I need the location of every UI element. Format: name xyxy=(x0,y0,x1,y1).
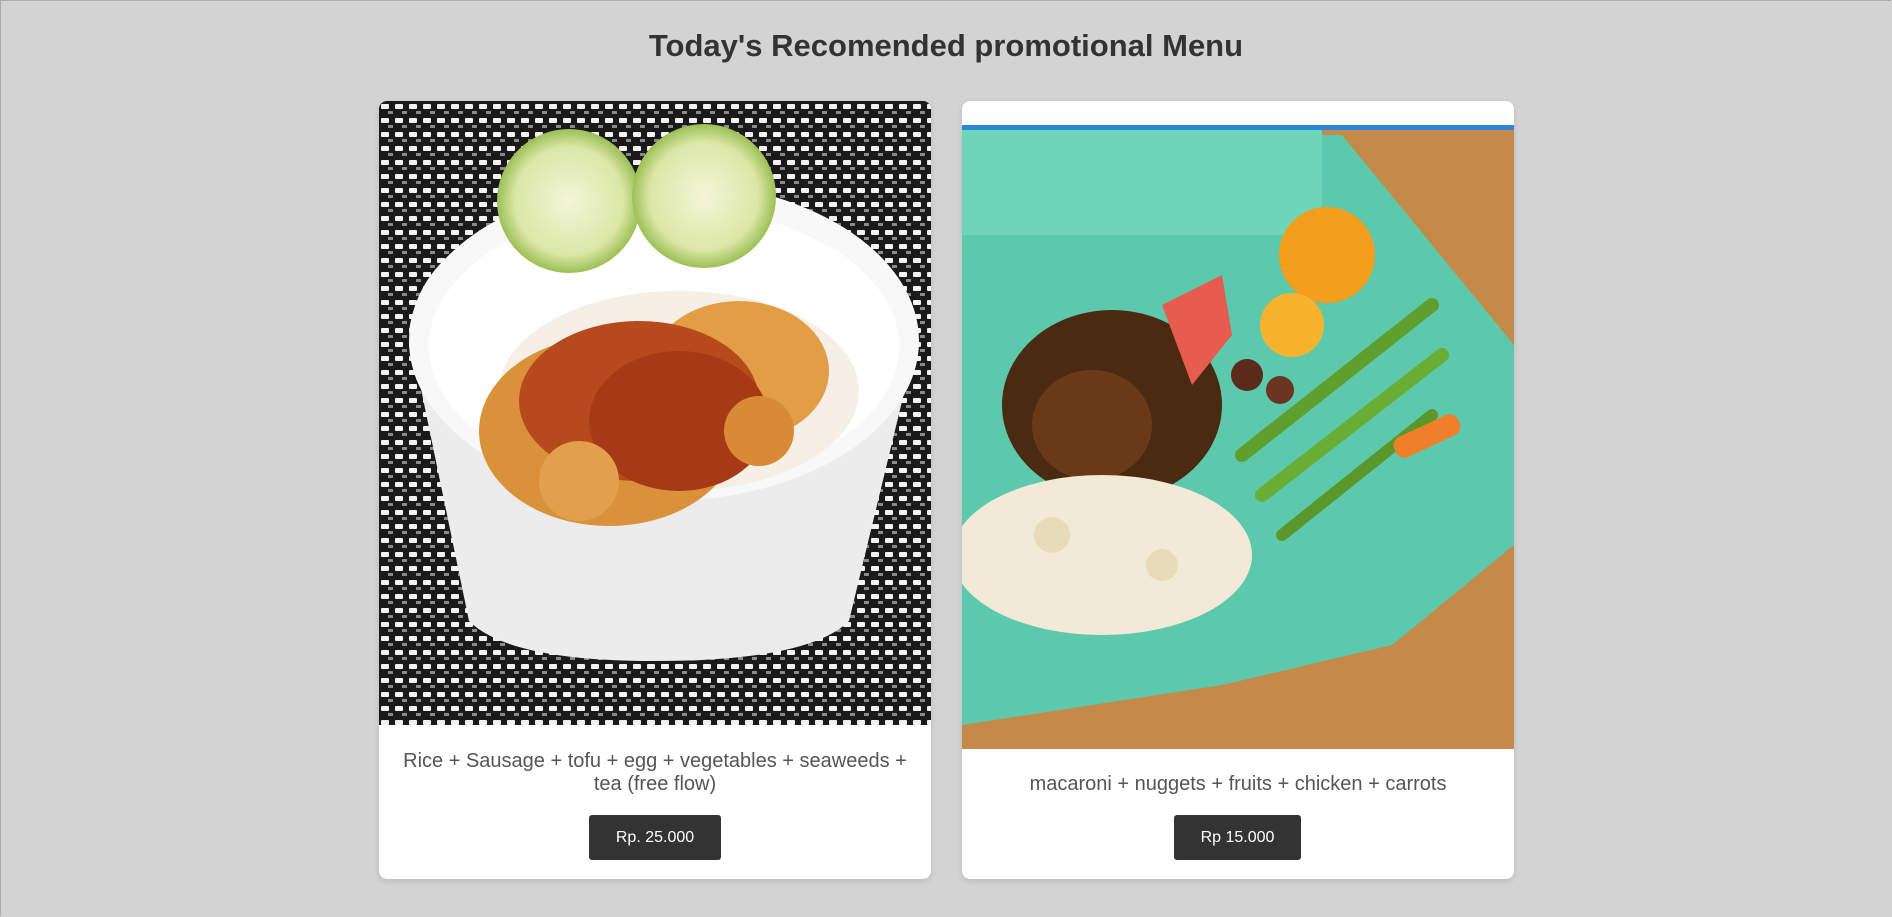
menu-card: Rice + Sausage + tofu + egg + vegetables… xyxy=(379,101,931,879)
menu-card: macaroni + nuggets + fruits + chicken + … xyxy=(962,101,1514,879)
menu-description: Rice + Sausage + tofu + egg + vegetables… xyxy=(403,750,907,795)
window-frame xyxy=(0,0,1891,916)
bento-box-image xyxy=(962,125,1514,749)
page-title: Today's Recomended promotional Menu xyxy=(648,28,1244,63)
price-button[interactable]: Rp. 25.000 xyxy=(589,815,721,860)
rice-bowl-image xyxy=(379,101,931,725)
menu-description: macaroni + nuggets + fruits + chicken + … xyxy=(1029,773,1447,795)
price-button[interactable]: Rp 15.000 xyxy=(1174,815,1301,860)
